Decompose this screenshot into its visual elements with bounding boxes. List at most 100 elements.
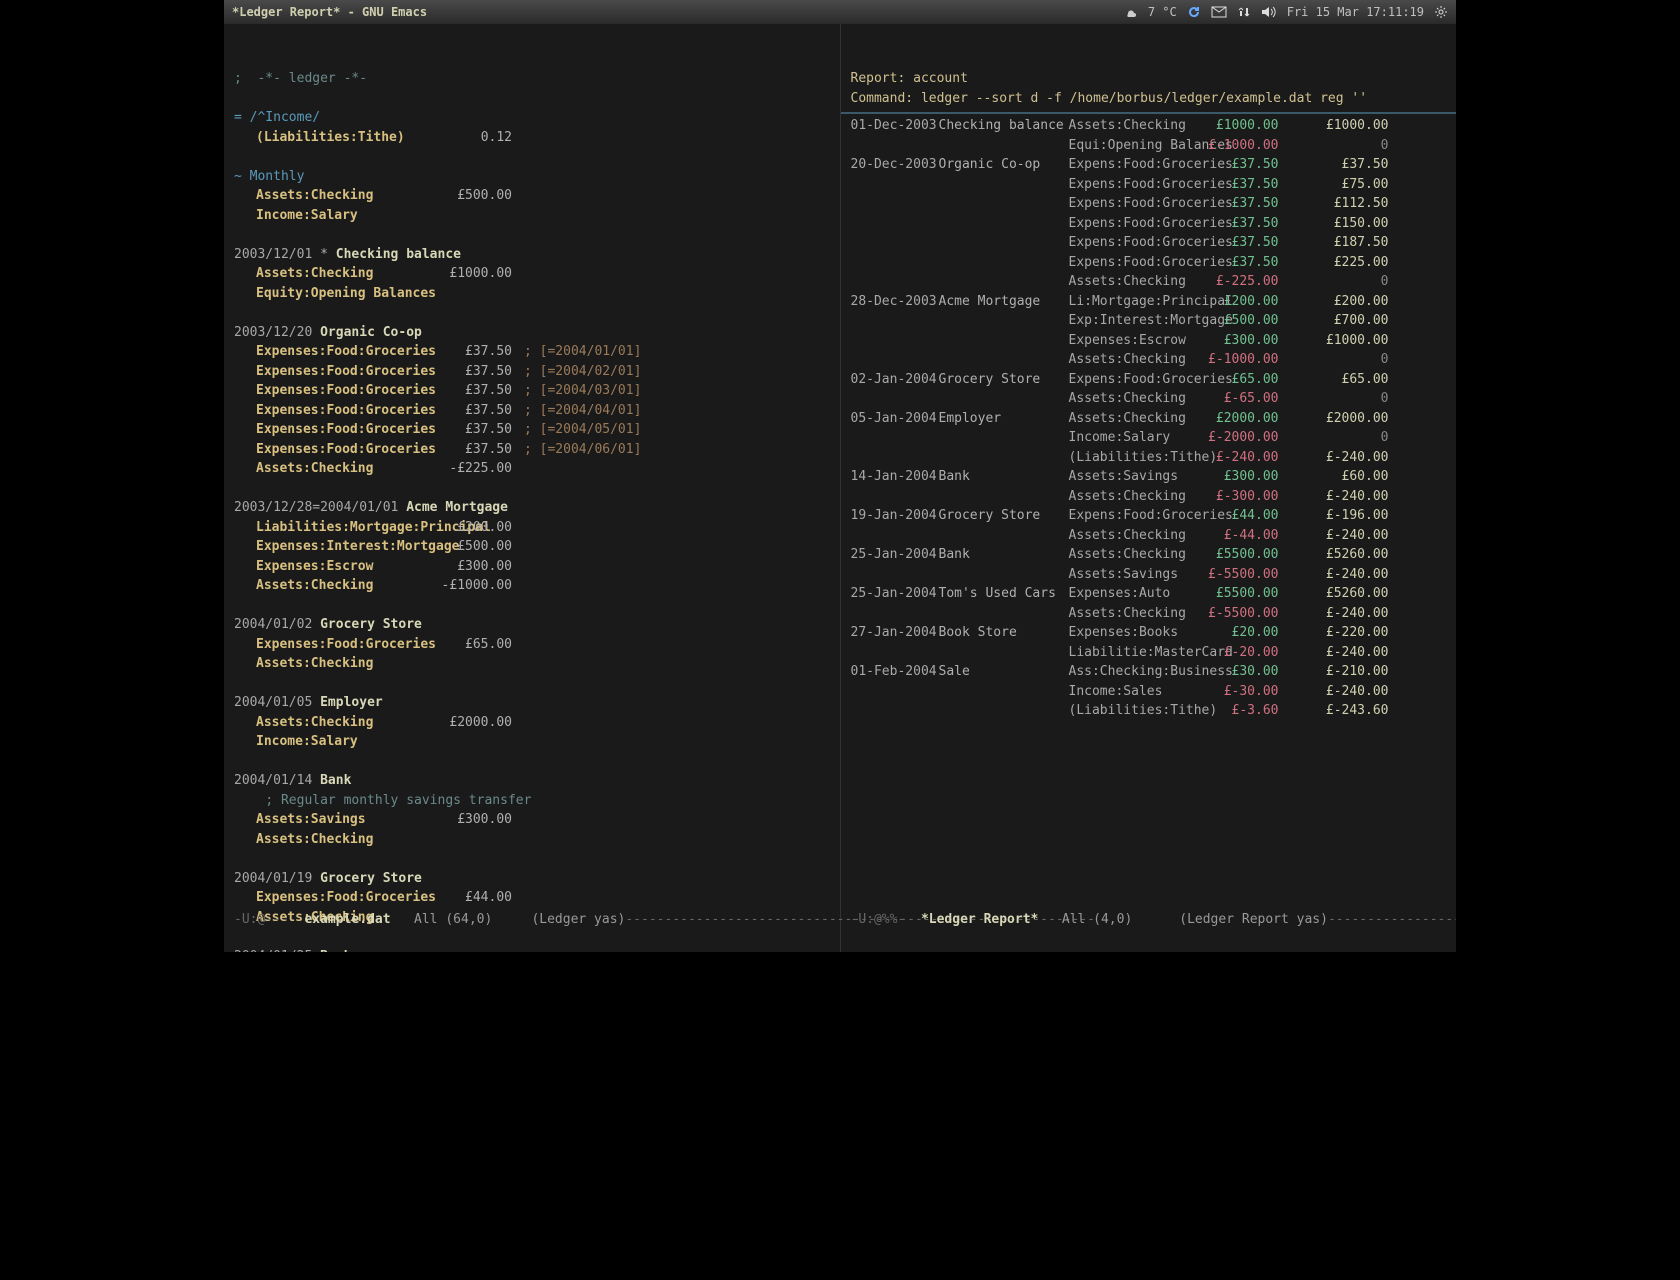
posting-amount: £500.00	[438, 537, 512, 557]
gear-icon[interactable]	[1434, 5, 1448, 19]
report-balance: £75.00	[1279, 175, 1389, 195]
posting-account: Assets:Checking	[256, 830, 438, 850]
posting-amount: -£225.00	[438, 459, 512, 479]
report-date	[851, 233, 939, 253]
report-balance: £-240.00	[1279, 565, 1389, 585]
txn-payee: Bank	[320, 773, 351, 788]
report-payee	[939, 253, 1069, 273]
report-account: Expens:Food:Groceries	[1069, 370, 1199, 390]
report-amount: £-65.00	[1199, 389, 1279, 409]
modeline-right: -U:@%%- *Ledger Report* All (4,0) (Ledge…	[841, 910, 1457, 930]
report-amount: £37.50	[1199, 175, 1279, 195]
report-payee	[939, 350, 1069, 370]
posting-account: Income:Salary	[256, 206, 438, 226]
report-amount: £37.50	[1199, 155, 1279, 175]
report-payee	[939, 311, 1069, 331]
report-date: 05-Jan-2004	[851, 409, 939, 429]
report-date: 02-Jan-2004	[851, 370, 939, 390]
report-pane[interactable]: Report: accountCommand: ledger --sort d …	[841, 24, 1457, 952]
report-balance: £60.00	[1279, 467, 1389, 487]
posting-account: Assets:Checking	[256, 186, 438, 206]
report-payee	[939, 331, 1069, 351]
posting-amount: £37.50	[438, 342, 512, 362]
report-balance: £-240.00	[1279, 604, 1389, 624]
posting-account: Assets:Checking	[256, 264, 438, 284]
network-icon[interactable]	[1237, 5, 1251, 19]
report-account: Income:Sales	[1069, 682, 1199, 702]
report-amount: £-1000.00	[1199, 136, 1279, 156]
system-tray: 7 °C Fri 15 Mar 17:11:19	[1124, 5, 1448, 19]
report-amount: £-2000.00	[1199, 428, 1279, 448]
posting-note: ; [=2004/02/01]	[512, 362, 641, 382]
periodic: ~ Monthly	[234, 169, 304, 184]
posting-account: Liabilities:Mortgage:Principal	[256, 518, 438, 538]
clock: Fri 15 Mar 17:11:19	[1287, 5, 1424, 19]
report-balance: £225.00	[1279, 253, 1389, 273]
txn-date: 2004/01/25	[234, 949, 312, 953]
volume-icon[interactable]	[1261, 5, 1277, 19]
posting-amount: £300.00	[438, 557, 512, 577]
txn-payee: Employer	[320, 695, 383, 710]
report-account: Assets:Checking	[1069, 487, 1199, 507]
report-amount: £44.00	[1199, 506, 1279, 526]
report-account: Assets:Checking	[1069, 604, 1199, 624]
report-account: Expenses:Books	[1069, 623, 1199, 643]
report-balance: £-240.00	[1279, 526, 1389, 546]
report-payee	[939, 565, 1069, 585]
editor-pane[interactable]: ; -*- ledger -*- = /^Income/(Liabilities…	[224, 24, 841, 952]
weather-text: 7 °C	[1148, 5, 1177, 19]
posting-account: Expenses:Food:Groceries	[256, 401, 438, 421]
report-balance: £37.50	[1279, 155, 1389, 175]
report-amount: £-300.00	[1199, 487, 1279, 507]
posting-amount	[438, 284, 512, 304]
posting-account: Assets:Checking	[256, 459, 438, 479]
report-date	[851, 350, 939, 370]
report-amount: £-225.00	[1199, 272, 1279, 292]
report-balance: £700.00	[1279, 311, 1389, 331]
posting-amount: £2000.00	[438, 713, 512, 733]
report-account: (Liabilities:Tithe)	[1069, 448, 1199, 468]
report-account: Assets:Checking	[1069, 350, 1199, 370]
report-date	[851, 194, 939, 214]
report-account: Expens:Food:Groceries	[1069, 506, 1199, 526]
report-balance: £-240.00	[1279, 448, 1389, 468]
posting-amount	[438, 206, 512, 226]
report-balance: £-243.60	[1279, 701, 1389, 721]
report-balance: £-240.00	[1279, 487, 1389, 507]
report-account: Expens:Food:Groceries	[1069, 194, 1199, 214]
posting-account: Assets:Checking	[256, 713, 438, 733]
report-payee: Acme Mortgage	[939, 292, 1069, 312]
posting-amount: -£1000.00	[438, 576, 512, 596]
report-payee: Book Store	[939, 623, 1069, 643]
report-account: Assets:Savings	[1069, 467, 1199, 487]
report-balance: £65.00	[1279, 370, 1389, 390]
posting-amount: £37.50	[438, 381, 512, 401]
report-balance: £-196.00	[1279, 506, 1389, 526]
posting-amount	[438, 732, 512, 752]
report-balance: 0	[1279, 389, 1389, 409]
report-balance: 0	[1279, 272, 1389, 292]
report-balance: £-240.00	[1279, 643, 1389, 663]
report-amount: £5500.00	[1199, 545, 1279, 565]
report-payee: Bank	[939, 545, 1069, 565]
refresh-icon[interactable]	[1187, 5, 1201, 19]
report-amount: £37.50	[1199, 253, 1279, 273]
report-account: Li:Mortgage:Principal	[1069, 292, 1199, 312]
report-payee	[939, 233, 1069, 253]
report-account: Assets:Checking	[1069, 272, 1199, 292]
report-amount: £5500.00	[1199, 584, 1279, 604]
report-amount: £20.00	[1199, 623, 1279, 643]
report-balance: £1000.00	[1279, 331, 1389, 351]
report-account: Expens:Food:Groceries	[1069, 175, 1199, 195]
report-payee: Grocery Store	[939, 370, 1069, 390]
report-payee: Organic Co-op	[939, 155, 1069, 175]
posting-account: Income:Salary	[256, 732, 438, 752]
posting-note: ; [=2004/05/01]	[512, 420, 641, 440]
posting-account: Expenses:Food:Groceries	[256, 342, 438, 362]
report-date	[851, 526, 939, 546]
report-amount: £-20.00	[1199, 643, 1279, 663]
report-payee	[939, 526, 1069, 546]
report-amount: £37.50	[1199, 233, 1279, 253]
mail-icon[interactable]	[1211, 6, 1227, 18]
report-account: Assets:Checking	[1069, 409, 1199, 429]
